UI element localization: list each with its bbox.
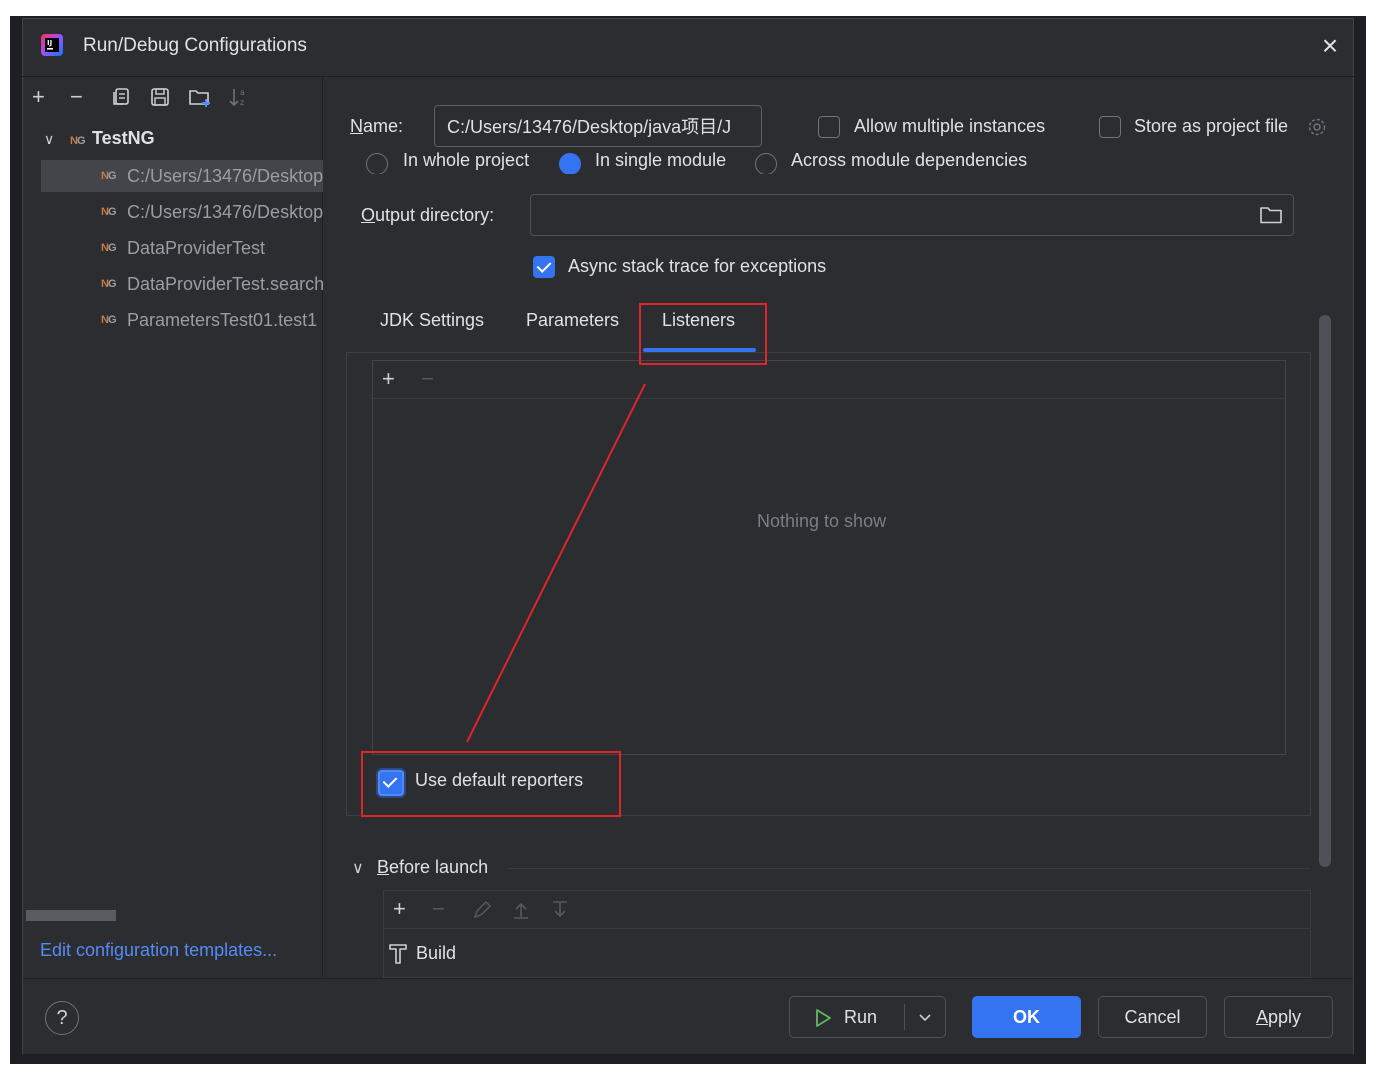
tree-item-label: ParametersTest01.test1 [127,310,318,330]
close-icon[interactable]: × [1316,32,1344,60]
tree-item-label: C:/Users/13476/Desktop [127,202,323,222]
toolbar-divider [373,398,1285,399]
scope-radio-group: In whole project In single module Across… [360,150,1310,174]
tree-item-label: DataProviderTest [127,238,266,258]
tree-item[interactable]: NG ParametersTest01.test1 [41,304,323,336]
empty-state-text: Nothing to show [757,511,887,531]
async-stack-trace-checkbox[interactable] [533,256,555,278]
tree-item-label: DataProviderTest.search [127,274,323,294]
svg-text:IJ: IJ [47,39,52,47]
tree-item[interactable]: NG C:/Users/13476/Desktop [41,160,323,192]
horizontal-scrollbar[interactable] [26,910,116,921]
add-icon[interactable]: + [32,85,45,109]
hammer-icon [389,944,407,964]
tab-jdk-settings[interactable]: JDK Settings [380,310,484,331]
testng-icon: NG [101,242,116,254]
run-icon [816,1009,831,1027]
testng-icon: NG [101,278,116,290]
folder-icon[interactable] [1258,204,1284,226]
run-button-label: Run [844,1007,878,1027]
scope-radio[interactable] [755,153,777,174]
section-divider [508,868,1310,869]
before-launch-item[interactable]: Build [416,943,456,964]
output-directory-label: Output directory: [361,205,495,225]
apply-button[interactable]: Apply [1224,996,1333,1038]
help-button[interactable]: ? [45,1001,79,1035]
chevron-down-icon[interactable]: ∨ [352,858,364,878]
save-icon[interactable] [150,87,170,107]
testng-icon: NG [101,206,116,218]
allow-multiple-checkbox[interactable] [818,116,840,138]
intellij-app-icon: IJ [41,34,63,56]
store-project-label: Store as project file [1134,116,1289,136]
copy-icon[interactable] [111,87,131,107]
chevron-down-icon[interactable] [917,1009,933,1025]
toolbar-divider [384,928,1310,929]
scope-radio-label: In single module [595,150,727,170]
new-folder-icon[interactable] [188,86,212,108]
window-title: Run/Debug Configurations [83,35,307,56]
scope-radio-label: In whole project [403,150,530,170]
testng-icon: NG [101,314,116,326]
sort-icon[interactable]: a z [228,85,250,109]
tree-root-testng[interactable]: ∨ NG TestNG [44,128,155,154]
tree-item-label: C:/Users/13476/Desktop [127,166,323,186]
annotation-box-listeners-tab [639,303,767,365]
scope-radio[interactable] [366,153,388,174]
name-input[interactable] [434,105,762,147]
tree-item[interactable]: NG DataProviderTest.search [41,268,323,300]
remove-icon: − [432,896,445,921]
tree-root-label: TestNG [92,128,155,148]
testng-icon: NG [70,135,85,147]
cancel-button[interactable]: Cancel [1098,996,1207,1038]
annotation-box-use-default [361,751,621,817]
async-stack-trace-label: Async stack trace for exceptions [568,256,827,276]
move-down-icon [553,901,567,918]
ok-button[interactable]: OK [972,996,1081,1038]
testng-icon: NG [101,170,116,182]
add-icon[interactable]: + [382,367,395,391]
tree-item[interactable]: NG DataProviderTest [41,232,323,264]
edit-templates-link[interactable]: Edit configuration templates... [40,940,277,961]
tree-item[interactable]: NG C:/Users/13476/Desktop [41,196,323,228]
remove-icon: − [421,366,434,391]
gear-icon[interactable] [1306,116,1328,138]
svg-text:z: z [240,98,244,107]
run-split-divider [904,1004,905,1030]
output-directory-input[interactable] [530,194,1294,236]
store-project-checkbox[interactable] [1099,116,1121,138]
edit-icon [473,900,492,919]
allow-multiple-label: Allow multiple instances [854,116,1046,136]
scope-radio-label: Across module dependencies [791,150,1028,170]
listeners-table[interactable] [372,360,1286,755]
scope-radio[interactable] [559,153,581,174]
name-label: Name: [350,116,404,136]
tab-parameters[interactable]: Parameters [526,310,619,331]
chevron-down-icon[interactable]: ∨ [44,131,70,148]
svg-text:a: a [240,88,245,97]
move-up-icon [514,902,528,919]
remove-icon[interactable]: − [70,85,83,109]
add-icon[interactable]: + [393,897,406,921]
before-launch-label: Before launch [377,857,489,877]
vertical-scrollbar[interactable] [1319,315,1331,867]
